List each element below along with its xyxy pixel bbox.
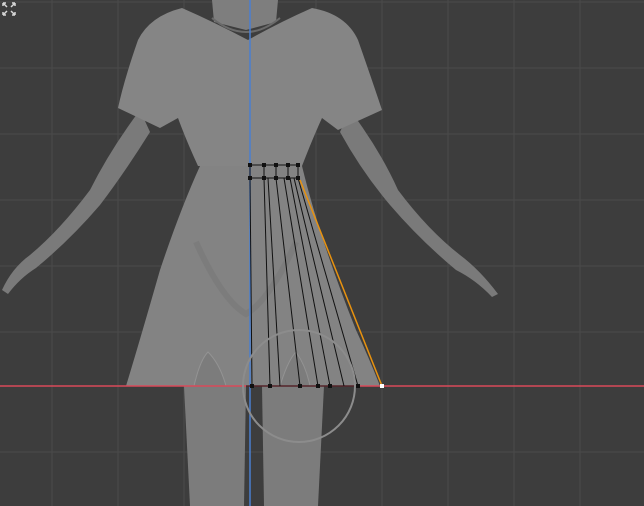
viewport-canvas[interactable] <box>0 0 644 506</box>
model-left-leg <box>184 386 246 506</box>
3d-viewport[interactable] <box>0 0 644 506</box>
toggle-maximize-icon[interactable] <box>0 0 18 18</box>
model-right-arm <box>340 110 498 297</box>
active-vertex[interactable] <box>380 384 384 388</box>
model-right-leg <box>262 386 324 506</box>
